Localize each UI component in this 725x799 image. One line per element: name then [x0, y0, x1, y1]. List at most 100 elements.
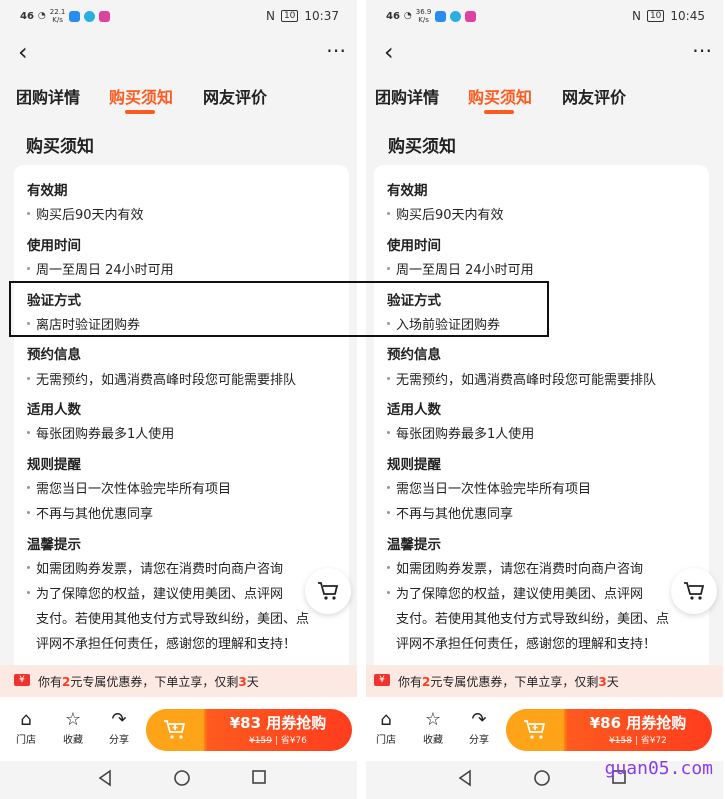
active-tab-indicator — [484, 110, 514, 114]
app-notification-icon — [84, 10, 96, 22]
section-title: 购买须知 — [388, 137, 456, 157]
rule-item: 需您当日一次性体验完毕所有项目 — [387, 478, 591, 497]
rule-item: 如需团购券发票，请您在消费时向商户咨询 — [387, 558, 643, 577]
nav-back-icon[interactable] — [457, 769, 473, 787]
savings: 省¥72 — [640, 736, 667, 746]
rule-title: 预约信息 — [27, 347, 81, 363]
rule-item: 为了保障您的权益，建议使用美团、点评网 — [27, 583, 283, 602]
floating-cart-button[interactable] — [305, 568, 351, 614]
app-notification-icon — [99, 10, 111, 22]
rule-item: 入场前验证团购券 — [387, 314, 500, 333]
rule-item: 不再与其他优惠同享 — [27, 503, 153, 522]
nav-recents-icon[interactable] — [251, 769, 267, 785]
tab-deal-details[interactable]: 团购详情 — [375, 84, 439, 108]
buy-with-coupon-button[interactable]: ¥83 用券抢购 ¥159 | 省¥76 — [146, 709, 352, 751]
store-button[interactable]: ⌂ 门店 — [368, 709, 404, 746]
network-speed: 22.1 K/s — [49, 8, 66, 24]
original-price: ¥158 — [609, 736, 632, 746]
rule-item: 为了保障您的权益，建议使用美团、点评网 — [387, 583, 643, 602]
active-tab-indicator — [125, 110, 155, 114]
star-icon: ☆ — [64, 709, 82, 730]
app-notification-icon — [69, 10, 81, 22]
app-notification-icon — [450, 10, 462, 22]
add-to-cart-button[interactable] — [146, 709, 204, 751]
days-left: 3 — [598, 675, 607, 689]
rule-item: 不再与其他优惠同享 — [387, 503, 513, 522]
rule-item: 无需预约，如遇消费高峰时段您可能需要排队 — [387, 369, 656, 388]
rule-item: 如需团购券发票，请您在消费时向商户咨询 — [27, 558, 283, 577]
signal-label: 46 — [386, 10, 400, 22]
app-notification-icon — [435, 10, 447, 22]
phone-screen-right: 46 ◔ 36.9 K/s N 10 10:45 ‹ ⋯ 团购详情 购买须知 网友… — [366, 0, 723, 799]
coupon-icon: ¥ — [374, 674, 390, 686]
network-speed: 36.9 K/s — [415, 8, 432, 24]
rule-item: 购买后90天内有效 — [387, 204, 504, 223]
system-nav-bar — [0, 761, 357, 799]
rule-title: 使用时间 — [27, 238, 81, 254]
clock: 10:45 — [670, 9, 705, 23]
battery-indicator: 10 — [646, 10, 665, 22]
nav-home-icon[interactable] — [533, 769, 551, 787]
store-button[interactable]: ⌂ 门店 — [8, 709, 44, 746]
rule-title: 规则提醒 — [387, 457, 441, 473]
nfc-icon: N — [265, 9, 275, 23]
nav-back-icon[interactable] — [97, 769, 113, 787]
back-arrow-icon[interactable]: ‹ — [384, 40, 394, 64]
rule-title: 使用时间 — [387, 238, 441, 254]
buy-with-coupon-button[interactable]: ¥86 用券抢购 ¥158 | 省¥72 — [506, 709, 712, 751]
buy-label: 用券抢购 — [266, 714, 327, 732]
status-bar: 46 ◔ 36.9 K/s N 10 10:45 — [366, 0, 723, 34]
coupon-banner[interactable]: ¥ 你有2元专属优惠券，下单立享，仅剩3天 — [366, 665, 723, 697]
rules-card: 有效期 购买后90天内有效 使用时间 周一至周日 24小时可用 验证方式 离店时… — [14, 165, 349, 675]
rule-title: 验证方式 — [387, 293, 441, 309]
status-bar: 46 ◔ 22.1 K/s N 10 10:37 — [0, 0, 357, 34]
share-icon: ↷ — [471, 709, 487, 730]
back-arrow-icon[interactable]: ‹ — [18, 40, 28, 64]
tab-bar: 团购详情 购买须知 网友评价 — [366, 80, 723, 120]
tab-deal-details[interactable]: 团购详情 — [16, 84, 80, 108]
buy-price: ¥83 — [229, 714, 262, 732]
star-icon: ☆ — [424, 709, 442, 730]
wifi-icon: ◔ — [403, 11, 412, 21]
store-icon: ⌂ — [20, 709, 32, 730]
favorite-button[interactable]: ☆ 收藏 — [415, 709, 451, 746]
buy-label: 用券抢购 — [626, 714, 687, 732]
buy-price: ¥86 — [589, 714, 622, 732]
rules-card: 有效期 购买后90天内有效 使用时间 周一至周日 24小时可用 验证方式 入场前… — [374, 165, 709, 675]
bottom-action-bar: ⌂ 门店 ☆ 收藏 ↷ 分享 ¥83 用券抢购 ¥159 | 省¥76 — [0, 697, 357, 761]
floating-cart-button[interactable] — [671, 568, 717, 614]
tab-user-reviews[interactable]: 网友评价 — [562, 84, 626, 108]
tab-bar: 团购详情 购买须知 网友评价 — [0, 80, 357, 120]
share-button[interactable]: ↷ 分享 — [461, 709, 497, 746]
rule-title: 预约信息 — [387, 347, 441, 363]
tab-purchase-notes[interactable]: 购买须知 — [468, 84, 532, 108]
rule-item-continued: 评网不承担任何责任，感谢您的理解和支持！ — [396, 637, 657, 652]
more-options-icon[interactable]: ⋯ — [692, 38, 713, 62]
rule-title: 有效期 — [27, 183, 68, 199]
rule-item: 每张团购券最多1人使用 — [387, 423, 534, 442]
rule-title: 验证方式 — [27, 293, 81, 309]
phone-screen-left: 46 ◔ 22.1 K/s N 10 10:37 ‹ ⋯ 团购详情 购买须知 网友… — [0, 0, 357, 799]
rule-title: 适用人数 — [387, 402, 441, 418]
add-to-cart-button[interactable] — [506, 709, 564, 751]
app-notification-icon — [465, 10, 477, 22]
nav-home-icon[interactable] — [173, 769, 191, 787]
nav-bar: ‹ ⋯ — [366, 34, 723, 70]
rule-title: 温馨提示 — [387, 537, 441, 553]
rule-item-continued: 评网不承担任何责任，感谢您的理解和支持！ — [36, 637, 297, 652]
wifi-icon: ◔ — [37, 11, 46, 21]
battery-indicator: 10 — [280, 10, 299, 22]
tab-purchase-notes[interactable]: 购买须知 — [109, 84, 173, 108]
rule-item-continued: 支付。若使用其他支付方式导致纠纷，美团、点 — [36, 612, 310, 627]
cart-plus-icon — [524, 720, 546, 739]
bottom-action-bar: ⌂ 门店 ☆ 收藏 ↷ 分享 ¥86 用券抢购 ¥158 | 省¥72 — [366, 697, 723, 761]
coupon-banner[interactable]: ¥ 你有2元专属优惠券，下单立享，仅剩3天 — [0, 665, 357, 697]
more-options-icon[interactable]: ⋯ — [326, 38, 347, 62]
section-title: 购买须知 — [26, 137, 94, 157]
favorite-button[interactable]: ☆ 收藏 — [55, 709, 91, 746]
rule-item: 每张团购券最多1人使用 — [27, 423, 174, 442]
share-icon: ↷ — [111, 709, 127, 730]
tab-user-reviews[interactable]: 网友评价 — [203, 84, 267, 108]
share-button[interactable]: ↷ 分享 — [101, 709, 137, 746]
rule-item-continued: 支付。若使用其他支付方式导致纠纷，美团、点 — [396, 612, 670, 627]
